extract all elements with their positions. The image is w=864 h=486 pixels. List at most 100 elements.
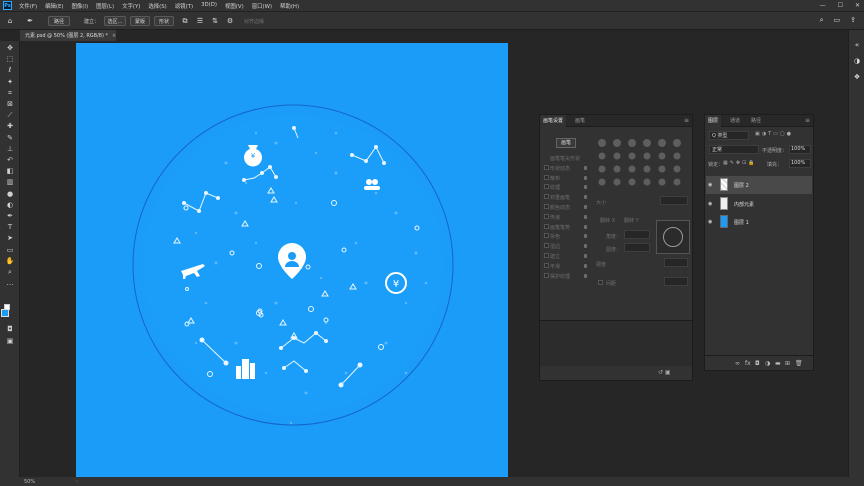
selection-button[interactable]: 选区...	[104, 16, 126, 26]
roundness-field[interactable]	[624, 243, 650, 252]
fx-icon[interactable]: fx	[745, 360, 751, 367]
crop-icon[interactable]: ⌗	[4, 88, 16, 98]
menu-item[interactable]: 滤镜(T)	[171, 2, 197, 10]
lock-icon[interactable]	[584, 234, 587, 239]
path-select-icon[interactable]: ➤	[4, 233, 16, 243]
brush-option-checkbox[interactable]	[544, 204, 549, 209]
link-icon[interactable]: ∞	[735, 360, 740, 367]
mask-icon[interactable]: ◘	[755, 360, 760, 367]
brush-option-label[interactable]: 画笔笔势	[550, 224, 570, 231]
brush-option-checkbox[interactable]	[544, 253, 549, 258]
brush-option-label[interactable]: 纹理	[550, 184, 560, 191]
brush-option-checkbox[interactable]	[544, 233, 549, 239]
workspace-icon[interactable]: ▭	[834, 16, 841, 25]
eyedropper-icon[interactable]: ⟋	[4, 110, 16, 120]
maximize-icon[interactable]: ☐	[838, 2, 843, 9]
mask-button[interactable]: 蒙版	[130, 16, 150, 26]
tab-brushes[interactable]: 画笔	[572, 115, 588, 127]
move-icon[interactable]: ✥	[4, 43, 16, 53]
flip-y-label[interactable]: 翻转 Y	[624, 217, 639, 224]
lock-icon[interactable]	[584, 165, 587, 170]
layer-row[interactable]: ◉ 图层 1	[706, 213, 812, 231]
brushes-button[interactable]: 画笔	[556, 138, 576, 148]
lock-icon[interactable]	[584, 244, 587, 249]
tab-paths[interactable]: 路径	[748, 115, 764, 127]
menu-item[interactable]: 图像(I)	[68, 2, 93, 10]
angle-roundness-dial[interactable]	[656, 220, 690, 254]
lock-icon[interactable]	[584, 185, 587, 190]
eye-icon[interactable]: ◉	[708, 219, 712, 225]
hand-icon[interactable]: ✋	[4, 256, 16, 266]
lock-icon[interactable]	[584, 273, 587, 278]
dodge-icon[interactable]: ◐	[4, 200, 16, 210]
align-edges-checkbox[interactable]: 对齐边缘	[244, 18, 264, 25]
lock-icon[interactable]	[584, 175, 587, 180]
gear-icon[interactable]: ⚙	[226, 17, 234, 25]
lock-icon[interactable]	[584, 195, 587, 200]
adjustment-icon[interactable]: ◑	[765, 360, 770, 367]
lock-icon[interactable]	[584, 263, 587, 268]
eraser-icon[interactable]: ◧	[4, 166, 16, 176]
eye-icon[interactable]: ◉	[708, 201, 712, 207]
hardness-field[interactable]	[664, 258, 688, 267]
path-operations-icon[interactable]: ⧉	[181, 17, 189, 25]
flip-x-label[interactable]: 翻转 X	[600, 217, 615, 224]
quick-mask-icon[interactable]: ◘	[4, 324, 16, 334]
close-tab-icon[interactable]: ×	[112, 33, 116, 39]
layer-row[interactable]: ◉ 内部元素	[706, 195, 812, 213]
color-panel-icon[interactable]: ◑	[852, 56, 862, 66]
stamp-icon[interactable]: ⊥	[4, 144, 16, 154]
angle-field[interactable]	[624, 230, 650, 239]
doc-info-arrow[interactable]: ›	[76, 479, 78, 485]
pen-tool-preset-icon[interactable]: ✒	[26, 17, 34, 25]
brush-option-label[interactable]: 保护纹理	[550, 273, 570, 280]
lock-icon[interactable]	[584, 214, 587, 219]
mode-select[interactable]: 路径	[48, 16, 70, 26]
path-arrangement-icon[interactable]: ⇅	[211, 17, 219, 25]
brush-option-label[interactable]: 双重画笔	[550, 194, 570, 201]
brush-option-label[interactable]: 颜色动态	[550, 204, 570, 211]
close-window-icon[interactable]: ✕	[855, 2, 860, 9]
pen-icon[interactable]: ✒	[4, 211, 16, 221]
brush-tip-preview-grid[interactable]	[596, 137, 688, 193]
document-tab[interactable]: 元素.psd @ 50% (图层 2, RGB/8) * ×	[20, 30, 116, 41]
opacity-field[interactable]: 100%	[789, 145, 811, 154]
marquee-icon[interactable]: ⬚	[4, 54, 16, 64]
tab-channels[interactable]: 通道	[727, 115, 743, 127]
menu-item[interactable]: 窗口(W)	[248, 2, 276, 10]
brush-option-label[interactable]: 传递	[550, 214, 560, 221]
new-layer-icon[interactable]: ⊞	[785, 360, 790, 367]
eye-icon[interactable]: ◉	[708, 182, 712, 188]
brush-option-checkbox[interactable]	[544, 272, 549, 278]
screen-mode-icon[interactable]: ▣	[4, 336, 16, 346]
more-icon[interactable]: …	[4, 278, 16, 288]
brush-option-label[interactable]: 画笔笔尖形状	[550, 155, 580, 162]
menu-item[interactable]: 图层(L)	[92, 2, 118, 10]
frame-icon[interactable]: ⊠	[4, 99, 16, 109]
type-icon[interactable]: T	[4, 222, 16, 232]
brush-option-label[interactable]: 平滑	[550, 263, 560, 270]
properties-panel-icon[interactable]: ❖	[852, 72, 862, 82]
brush-panel-footer-icons[interactable]: ↺ ▣	[658, 369, 671, 376]
brush-option-checkbox[interactable]	[544, 262, 549, 268]
blend-mode-select[interactable]: 正常	[709, 145, 759, 154]
brush-option-checkbox[interactable]	[544, 243, 549, 249]
lock-icon[interactable]	[584, 205, 587, 209]
brush-option-label[interactable]: 形状动态	[550, 165, 570, 172]
brush-option-checkbox[interactable]	[544, 174, 549, 180]
menu-item[interactable]: 视图(V)	[221, 2, 248, 10]
size-field[interactable]	[660, 196, 688, 205]
layer-row[interactable]: ◉ 图层 2	[706, 176, 812, 194]
lock-icons[interactable]: ▦✎✥⊡🔒	[723, 160, 757, 166]
expand-panels-icon[interactable]: «	[852, 40, 862, 50]
history-brush-icon[interactable]: ↶	[4, 155, 16, 165]
brush-option-label[interactable]: 杂色	[550, 233, 560, 240]
search-icon[interactable]: ⌕	[820, 16, 824, 25]
menu-item[interactable]: 帮助(H)	[276, 2, 303, 10]
shape-button[interactable]: 形状	[154, 16, 174, 26]
fill-field[interactable]: 100%	[789, 159, 811, 168]
menu-item[interactable]: 编辑(E)	[41, 2, 67, 10]
menu-item[interactable]: 文件(F)	[15, 2, 41, 10]
zoom-level[interactable]: 50%	[24, 479, 35, 485]
panel-menu-icon[interactable]: ≡	[684, 117, 689, 124]
